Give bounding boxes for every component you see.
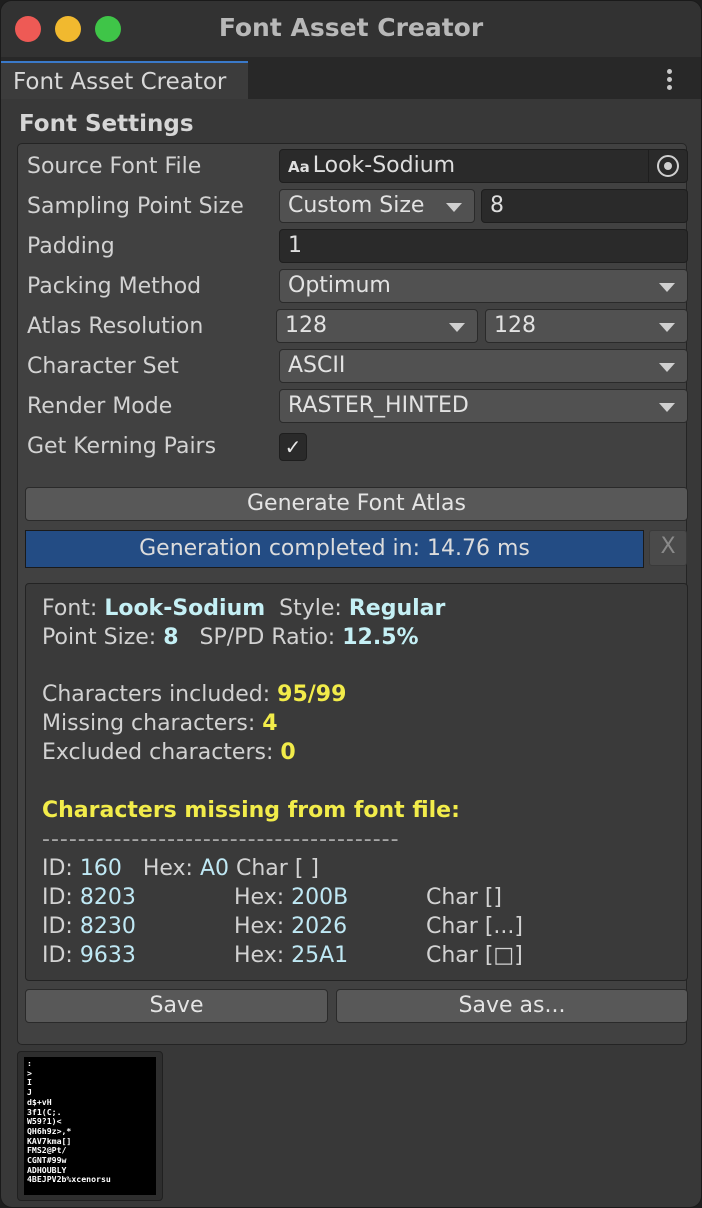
save-button[interactable]: Save [25, 989, 328, 1023]
missing-char-row: ID: 9633 [42, 943, 136, 968]
packing-method-dropdown[interactable]: Optimum [279, 269, 688, 303]
atlas-height-dropdown[interactable]: 128 [485, 309, 688, 343]
atlas-width-value: 128 [285, 313, 327, 338]
font-asset-creator-window: Font Asset Creator Font Asset Creator Fo… [0, 0, 702, 1208]
kerning-pairs-label: Get Kerning Pairs [27, 434, 217, 459]
missing-characters-line: Missing characters: 4 [42, 711, 278, 736]
chevron-down-icon [659, 283, 675, 292]
chevron-down-icon [659, 403, 675, 412]
font-info-line: Font: Look-Sodium Style: Regular [42, 596, 446, 621]
chevron-down-icon [449, 323, 465, 332]
atlas-resolution-label: Atlas Resolution [27, 314, 204, 339]
sampling-point-size-label: Sampling Point Size [27, 194, 244, 219]
character-set-label: Character Set [27, 354, 179, 379]
point-size-line: Point Size: 8 SP/PD Ratio: 12.5% [42, 625, 419, 650]
render-mode-label: Render Mode [27, 394, 173, 419]
source-font-value: Look-Sodium [312, 153, 456, 178]
more-options-icon[interactable] [667, 66, 673, 93]
font-settings-heading: Font Settings [19, 111, 194, 137]
missing-char-hex: Hex: 2026 [234, 914, 348, 939]
padding-label: Padding [27, 234, 115, 259]
window-title: Font Asset Creator [218, 13, 484, 42]
missing-char-row: ID: 160 Hex: A0 Char [ ] [42, 856, 319, 881]
missing-char-row: ID: 8203 [42, 885, 136, 910]
report-separator: ---------------------------------------- [42, 827, 400, 852]
source-font-label: Source Font File [27, 154, 202, 179]
missing-char-hex: Hex: 25A1 [234, 943, 349, 968]
chevron-down-icon [659, 323, 675, 332]
missing-char-glyph: Char [□] [426, 943, 523, 968]
generate-font-atlas-button[interactable]: Generate Font Atlas [25, 487, 688, 521]
tab-font-asset-creator[interactable]: Font Asset Creator [1, 61, 248, 99]
tab-bar: Font Asset Creator [1, 57, 701, 99]
generation-progress-bar: Generation completed in: 14.76 ms [25, 530, 644, 568]
font-asset-icon: Aa [288, 158, 310, 176]
packing-method-label: Packing Method [27, 274, 202, 299]
sampling-mode-dropdown[interactable]: Custom Size [279, 189, 475, 223]
object-picker-icon[interactable] [648, 150, 687, 182]
clear-progress-button[interactable]: X [649, 530, 687, 566]
sampling-size-input[interactable]: 8 [481, 189, 688, 223]
save-as-button[interactable]: Save as... [336, 989, 688, 1023]
missing-char-row: ID: 8230 [42, 914, 136, 939]
generation-report-panel: Font: Look-Sodium Style: Regular Point S… [25, 583, 688, 981]
character-set-value: ASCII [288, 353, 346, 378]
packing-method-value: Optimum [288, 273, 391, 298]
title-bar: Font Asset Creator [1, 1, 701, 57]
checkmark-icon: ✓ [284, 435, 302, 459]
excluded-characters-line: Excluded characters: 0 [42, 740, 296, 765]
characters-included-line: Characters included: 95/99 [42, 682, 347, 707]
render-mode-value: RASTER_HINTED [288, 393, 469, 418]
kerning-pairs-checkbox[interactable]: ✓ [279, 433, 307, 461]
source-font-field[interactable]: Aa Look-Sodium [279, 149, 688, 183]
sampling-mode-value: Custom Size [288, 193, 425, 218]
render-mode-dropdown[interactable]: RASTER_HINTED [279, 389, 688, 423]
chevron-down-icon [446, 203, 462, 212]
character-set-dropdown[interactable]: ASCII [279, 349, 688, 383]
atlas-width-dropdown[interactable]: 128 [276, 309, 478, 343]
padding-input[interactable]: 1 [279, 229, 688, 263]
atlas-height-value: 128 [494, 313, 536, 338]
font-atlas-texture: : > I J d$+vH 3f1(C;. W59?1)< QH6h9z>,* … [24, 1057, 156, 1195]
missing-characters-header: Characters missing from font file: [42, 798, 460, 823]
missing-char-hex: Hex: 200B [234, 885, 349, 910]
missing-char-glyph: Char [...] [426, 914, 523, 939]
chevron-down-icon [659, 363, 675, 372]
atlas-preview[interactable]: : > I J d$+vH 3f1(C;. W59?1)< QH6h9z>,* … [17, 1051, 163, 1201]
missing-char-glyph: Char [] [426, 885, 502, 910]
